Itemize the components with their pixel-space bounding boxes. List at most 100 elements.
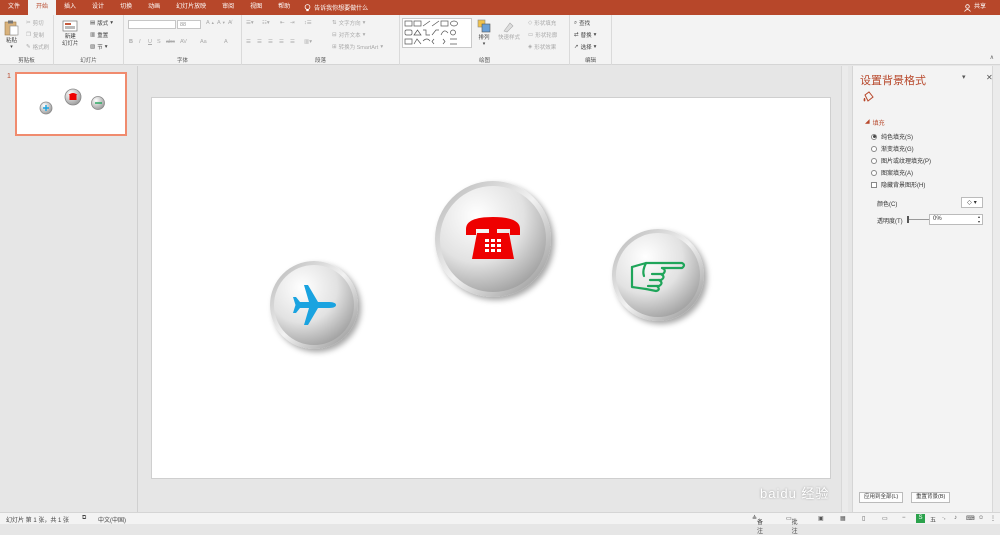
font-size-combo[interactable]: 88 [177, 20, 201, 29]
distribute-button[interactable]: ☰ [290, 39, 295, 45]
strikethrough-button[interactable]: abc [166, 39, 175, 45]
normal-view-icon[interactable]: ▣ [818, 515, 824, 522]
justify-button[interactable]: ☰ [279, 39, 284, 45]
collapse-triangle-icon: ◢ [865, 119, 870, 125]
tell-me-box[interactable]: 告诉我你想要做什么 [304, 3, 368, 12]
share-button[interactable]: 共享 [964, 0, 986, 15]
ribbon-tabs: 文件 开始 插入 设计 切换 动画 幻灯片放映 审阅 视图 帮助 告诉我你想要做… [0, 0, 1000, 15]
apply-all-label: 应用到全部(L) [864, 494, 899, 500]
ime-punct-icon[interactable]: ·, [942, 515, 946, 521]
format-painter-button[interactable]: ✎ 格式刷 [26, 43, 49, 51]
increase-indent-button[interactable]: ⇥ [290, 20, 295, 26]
ime-icon[interactable]: S [916, 514, 925, 523]
shape-outline-button[interactable]: ▭ 形状轮廓 [528, 31, 557, 39]
language-status[interactable]: 中文(中国) [98, 515, 126, 524]
section-button[interactable]: ▧ 节 ▾ [90, 43, 107, 51]
smartart-button[interactable]: ⊞ 转换为 SmartArt ▾ [332, 43, 383, 51]
pane-scrollbar[interactable] [992, 66, 1000, 512]
slider-thumb[interactable] [907, 216, 909, 223]
italic-button[interactable]: I [139, 39, 141, 45]
font-name-combo[interactable] [128, 20, 176, 29]
new-slide-label: 新建 幻灯片 [62, 34, 79, 47]
radio-picture-fill[interactable]: 图片或纹理填充(P) [871, 156, 931, 165]
fill-section-header[interactable]: ◢ 填充 [865, 118, 885, 127]
ime-mode[interactable]: 五 [930, 515, 936, 524]
change-case-button[interactable]: Aa [200, 39, 207, 45]
tab-animations[interactable]: 动画 [140, 0, 168, 15]
tab-view[interactable]: 视图 [242, 0, 270, 15]
shrink-font-button[interactable]: A ▾ [217, 20, 225, 26]
slideshow-icon[interactable]: ▭ [882, 515, 888, 522]
line-spacing-button[interactable]: ↕☰ [304, 20, 312, 26]
reading-view-icon[interactable]: ▯ [862, 515, 865, 522]
paint-bucket-icon[interactable] [862, 91, 874, 103]
radio-pattern-fill[interactable]: 图案填充(A) [871, 168, 913, 177]
align-center-button[interactable]: ☰ [257, 39, 262, 45]
reset-background-button[interactable]: 重置背景(B) [911, 492, 951, 503]
tab-design[interactable]: 设计 [84, 0, 112, 15]
apply-to-all-button[interactable]: 应用到全部(L) [859, 492, 904, 503]
tab-file[interactable]: 文件 [0, 0, 28, 15]
ime-mic-icon[interactable]: ♪ [954, 515, 957, 521]
tab-home[interactable]: 开始 [28, 0, 57, 15]
spinner-arrows-icon[interactable]: ▴ ▾ [978, 214, 980, 224]
transparency-slider[interactable] [907, 216, 929, 223]
ime-keyboard-icon[interactable]: ⌨ [966, 515, 975, 522]
paste-button[interactable]: 粘贴 ▾ [4, 20, 19, 50]
char-spacing-button[interactable]: AV [180, 39, 187, 45]
tab-help[interactable]: 帮助 [270, 0, 298, 15]
replace-button[interactable]: ⇄ 替换 ▾ [574, 31, 596, 39]
ime-menu-icon[interactable]: ⋮ [990, 515, 996, 522]
hide-background-checkbox[interactable]: 隐藏背景图形(H) [871, 180, 925, 189]
grow-font-button[interactable]: A ▴ [206, 20, 214, 26]
align-right-button[interactable]: ☰ [268, 39, 273, 45]
bullets-button[interactable]: ☰▾ [246, 20, 254, 26]
radio-gradient-fill[interactable]: 渐变填充(G) [871, 144, 914, 153]
align-text-button[interactable]: ⊟ 对齐文本 ▾ [332, 31, 365, 39]
ime-skin-icon[interactable]: ☺ [978, 515, 984, 521]
columns-button[interactable]: ▥▾ [304, 39, 312, 45]
bold-button[interactable]: B [129, 39, 133, 45]
tab-transitions[interactable]: 切换 [112, 0, 140, 15]
shape-effects-button[interactable]: ◈ 形状效果 [528, 43, 556, 51]
comments-button[interactable]: ▭ 批注 [786, 515, 798, 535]
chevron-down-icon: ▾ [110, 20, 113, 26]
underline-button[interactable]: U [148, 39, 152, 45]
tab-slideshow[interactable]: 幻灯片放映 [168, 0, 214, 15]
group-drawing: 排列 ▾ 快速样式 ◇ 形状填充 ▭ 形状轮廓 ◈ 形状效果 绘图 [400, 15, 570, 65]
tab-insert[interactable]: 插入 [56, 0, 84, 15]
font-color-button[interactable]: A [224, 39, 228, 45]
align-left-button[interactable]: ☰ [246, 39, 251, 45]
notes-button[interactable]: ≜ 备注 [752, 515, 763, 535]
text-shadow-button[interactable]: S [157, 39, 161, 45]
collapse-ribbon-icon[interactable]: ∧ [990, 54, 994, 61]
select-button[interactable]: ➚ 选择 ▾ [574, 43, 596, 51]
text-direction-button[interactable]: ⇅ 文字方向 ▾ [332, 19, 365, 27]
magnifier-icon: ⌕ [574, 19, 578, 26]
copy-button[interactable]: ❐ 复制 [26, 31, 44, 39]
reset-button[interactable]: ▥ 重置 [90, 31, 108, 39]
new-slide-button[interactable]: 新建 幻灯片 [62, 20, 79, 48]
spellcheck-icon[interactable]: ⧉ [82, 515, 86, 522]
clear-format-button[interactable]: A̸ [228, 20, 232, 26]
tab-review[interactable]: 审阅 [214, 0, 242, 15]
shapes-gallery[interactable] [402, 18, 472, 48]
transparency-spinner[interactable]: 0% ▴ ▾ [929, 214, 983, 225]
pane-options-icon[interactable]: ▾ [962, 73, 966, 81]
arrange-button[interactable]: 排列 ▾ [477, 19, 491, 47]
zoom-out-icon[interactable]: − [902, 515, 906, 521]
layout-button[interactable]: ▤ 版式 ▾ [90, 19, 113, 27]
slide-canvas[interactable] [151, 97, 831, 479]
numbering-button[interactable]: ☷▾ [262, 20, 270, 26]
slide-sorter-icon[interactable]: ▦ [840, 515, 846, 522]
find-button[interactable]: ⌕ 查找 [574, 19, 590, 28]
color-picker-button[interactable]: ◇ ▾ [961, 197, 983, 208]
vertical-scrollbar[interactable] [841, 66, 848, 512]
cut-button[interactable]: ✂ 剪切 [26, 19, 44, 27]
decrease-indent-button[interactable]: ⇤ [280, 20, 285, 26]
quick-styles-button[interactable]: 快速样式 [498, 19, 520, 41]
group-label-editing: 编辑 [584, 58, 596, 64]
radio-solid-fill[interactable]: 纯色填充(S) [871, 132, 913, 141]
slide-thumbnail[interactable] [15, 72, 127, 136]
shape-fill-button[interactable]: ◇ 形状填充 [528, 19, 556, 27]
